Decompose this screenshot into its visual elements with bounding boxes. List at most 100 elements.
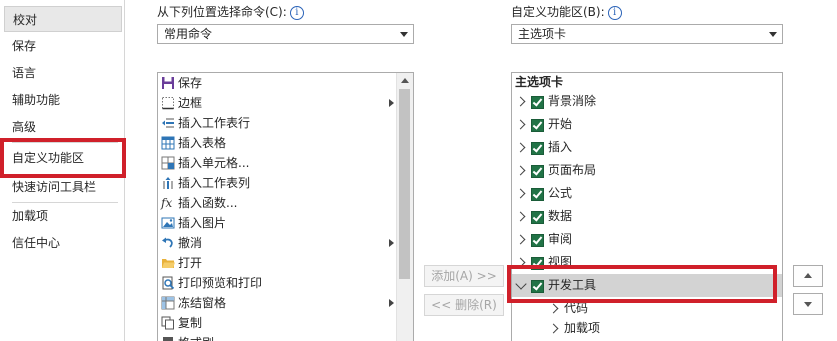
tree-tab-label: 开发工具 xyxy=(548,278,597,292)
command-label: 插入工作表行 xyxy=(178,116,251,130)
save-icon xyxy=(162,77,174,89)
command-item[interactable]: 插入单元格... xyxy=(160,153,396,173)
tree-tab-item[interactable]: 视图 xyxy=(512,251,782,274)
tree-tab-label: 背景消除 xyxy=(548,94,597,108)
move-down-icon xyxy=(804,302,812,307)
sidebar-item-customize-ribbon[interactable]: 自定义功能区 xyxy=(4,145,122,171)
tree-tab-label: 插入 xyxy=(548,140,573,154)
tree-tab-item[interactable]: 公式 xyxy=(512,182,782,205)
scroll-up-button[interactable] xyxy=(398,74,412,88)
tree-group-item[interactable]: 加载项 xyxy=(512,317,782,340)
commands-scrollbar[interactable] xyxy=(396,73,413,341)
command-item[interactable]: fx 插入函数... xyxy=(160,193,396,213)
command-label: 插入工作表列 xyxy=(178,176,251,190)
checkbox-checked-icon[interactable] xyxy=(531,165,544,178)
command-label: 冻结窗格 xyxy=(178,296,227,310)
chevron-down-icon[interactable] xyxy=(515,278,527,290)
command-item[interactable]: 边框 xyxy=(160,93,396,113)
checkbox-checked-icon[interactable] xyxy=(531,234,544,247)
tree-tab-item[interactable]: 数据 xyxy=(512,205,782,228)
print-preview-icon xyxy=(162,276,175,290)
chevron-right-icon[interactable] xyxy=(515,142,526,153)
command-item[interactable]: 格式刷 xyxy=(160,333,396,341)
command-label: 插入单元格... xyxy=(178,156,250,170)
tree-tab-item-selected[interactable]: 开发工具 xyxy=(512,274,782,297)
tree-tab-item[interactable]: 背景消除 xyxy=(512,90,782,113)
command-label: 插入表格 xyxy=(178,136,227,150)
choose-commands-label-text: 从下列位置选择命令(C): xyxy=(157,5,287,19)
picture-icon xyxy=(161,217,175,229)
tree-tab-item[interactable]: 插入 xyxy=(512,136,782,159)
command-item[interactable]: 插入工作表行 xyxy=(160,113,396,133)
add-button[interactable]: 添加(A) >> xyxy=(424,265,504,287)
insert-row-icon xyxy=(162,118,174,128)
scrollbar-thumb[interactable] xyxy=(399,89,410,279)
move-up-button[interactable] xyxy=(793,265,823,287)
move-down-button[interactable] xyxy=(793,293,823,315)
sidebar-item-language[interactable]: 语言 xyxy=(4,60,122,86)
checkbox-checked-icon[interactable] xyxy=(531,188,544,201)
freeze-panes-icon xyxy=(161,296,175,310)
chevron-right-icon[interactable] xyxy=(515,188,526,199)
command-item[interactable]: 复制 xyxy=(160,313,396,333)
command-item[interactable]: 保存 xyxy=(160,73,396,93)
checkbox-checked-icon[interactable] xyxy=(531,280,544,293)
checkbox-checked-icon[interactable] xyxy=(531,96,544,109)
chevron-right-icon[interactable] xyxy=(515,257,526,268)
sidebar-item-quick-access-toolbar[interactable]: 快速访问工具栏 xyxy=(4,174,122,200)
command-label: 插入函数... xyxy=(178,196,238,210)
command-label: 保存 xyxy=(178,76,203,90)
chevron-right-icon[interactable] xyxy=(515,119,526,130)
checkbox-checked-icon[interactable] xyxy=(531,119,544,132)
tree-tab-item[interactable]: 页面布局 xyxy=(512,159,782,182)
tree-tab-label: 公式 xyxy=(548,186,573,200)
sidebar-item-proofing[interactable]: 校对 xyxy=(4,6,122,32)
info-icon[interactable]: ⅰ xyxy=(607,5,622,20)
sidebar-item-trust-center[interactable]: 信任中心 xyxy=(4,230,122,256)
chevron-right-icon[interactable] xyxy=(515,211,526,222)
tree-header: 主选项卡 xyxy=(515,75,564,89)
choose-commands-dropdown[interactable]: 常用命令 xyxy=(157,24,414,44)
commands-list[interactable]: 保存 边框 插入工作表行 插入表格 插入单元格... 插入工作表列 fx 插入函… xyxy=(157,72,414,341)
chevron-right-icon[interactable] xyxy=(548,303,559,314)
command-item[interactable]: 打开 xyxy=(160,253,396,273)
chevron-right-icon[interactable] xyxy=(515,234,526,245)
copy-icon xyxy=(161,316,174,330)
chevron-right-icon[interactable] xyxy=(515,96,526,107)
checkbox-checked-icon[interactable] xyxy=(531,142,544,155)
checkbox-checked-icon[interactable] xyxy=(531,211,544,224)
tree-tab-item[interactable]: 审阅 xyxy=(512,228,782,251)
tree-group-label: 加载项 xyxy=(564,321,601,335)
ribbon-tabs-tree[interactable]: 主选项卡 背景消除 开始 插入 页面布局 公式 数据 审阅 视图 开发工具 代码… xyxy=(511,72,783,341)
tree-tab-label: 开始 xyxy=(548,117,573,131)
tree-tab-item[interactable]: 开始 xyxy=(512,113,782,136)
command-item[interactable]: 插入图片 xyxy=(160,213,396,233)
sidebar-item-advanced[interactable]: 高级 xyxy=(4,114,122,140)
tree-tab-label: 页面布局 xyxy=(548,163,597,177)
command-item[interactable]: 撤消 xyxy=(160,233,396,253)
tree-tab-label: 数据 xyxy=(548,209,573,223)
remove-button[interactable]: << 删除(R) xyxy=(424,294,504,316)
submenu-arrow-icon xyxy=(389,99,394,107)
chevron-right-icon[interactable] xyxy=(515,165,526,176)
sidebar-item-accessibility[interactable]: 辅助功能 xyxy=(4,87,122,113)
move-up-icon xyxy=(804,273,812,278)
chevron-right-icon[interactable] xyxy=(548,323,559,334)
command-item[interactable]: 冻结窗格 xyxy=(160,293,396,313)
customize-ribbon-selected: 主选项卡 xyxy=(518,27,567,41)
command-label: 撤消 xyxy=(178,236,203,250)
sidebar-item-add-ins[interactable]: 加载项 xyxy=(4,203,122,229)
info-icon[interactable]: ⅰ xyxy=(289,5,304,20)
checkbox-checked-icon[interactable] xyxy=(531,257,544,270)
command-item[interactable]: 插入工作表列 xyxy=(160,173,396,193)
tree-tab-label: 视图 xyxy=(548,255,573,269)
command-item[interactable]: 插入表格 xyxy=(160,133,396,153)
choose-commands-label: 从下列位置选择命令(C): ⅰ xyxy=(157,3,304,20)
sidebar-item-save[interactable]: 保存 xyxy=(4,33,122,59)
tree-tab-label: 审阅 xyxy=(548,232,573,246)
chevron-up-icon xyxy=(401,78,409,83)
customize-ribbon-dropdown[interactable]: 主选项卡 xyxy=(511,24,783,44)
table-icon xyxy=(161,136,175,150)
command-label: 格式刷 xyxy=(178,333,214,341)
command-item[interactable]: 打印预览和打印 xyxy=(160,273,396,293)
